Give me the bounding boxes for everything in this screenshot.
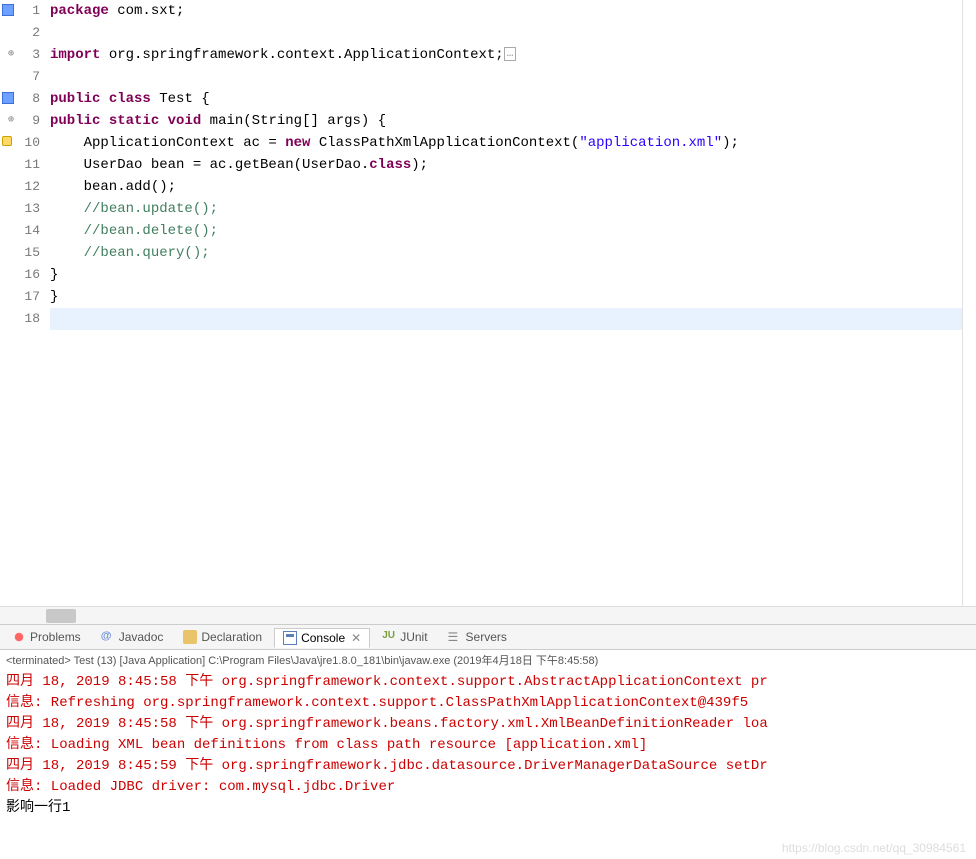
tab-servers[interactable]: ☰ Servers [440, 628, 515, 646]
console-stderr-line: 信息: Loaded JDBC driver: com.mysql.jdbc.D… [6, 777, 970, 798]
code-line[interactable]: //bean.query(); [50, 242, 962, 264]
console-icon [283, 631, 297, 645]
fold-marker-icon[interactable]: ⊕ [0, 110, 14, 132]
breakpoint-marker-icon [2, 92, 14, 104]
line-number: 9⊕ [0, 110, 40, 132]
line-number: 11 [0, 154, 40, 176]
line-number: 2 [0, 22, 40, 44]
tab-label: Servers [466, 630, 507, 644]
line-number: 15 [0, 242, 40, 264]
line-number: 18 [0, 308, 40, 330]
tab-label: Javadoc [119, 630, 164, 644]
code-line[interactable]: bean.add(); [50, 176, 962, 198]
watermark: https://blog.csdn.net/qq_30984561 [782, 841, 966, 855]
code-line[interactable] [50, 66, 962, 88]
console-stderr-line: 四月 18, 2019 8:45:58 下午 org.springframewo… [6, 714, 970, 735]
overview-ruler [962, 0, 976, 606]
console-status: <terminated> Test (13) [Java Application… [0, 650, 976, 670]
line-number: 8 [0, 88, 40, 110]
tab-console[interactable]: Console ✕ [274, 628, 370, 648]
line-number: 17 [0, 286, 40, 308]
code-line[interactable]: package com.sxt; [50, 0, 962, 22]
code-line[interactable] [50, 308, 962, 330]
code-line[interactable] [50, 22, 962, 44]
code-line[interactable]: } [50, 286, 962, 308]
code-line[interactable]: import org.springframework.context.Appli… [50, 44, 962, 66]
tab-label: JUnit [400, 630, 427, 644]
horizontal-scrollbar[interactable] [0, 606, 976, 624]
console-stderr-line: 信息: Loading XML bean definitions from cl… [6, 735, 970, 756]
console-status-text: <terminated> Test (13) [Java Application… [6, 652, 598, 668]
warning-marker-icon [2, 136, 12, 146]
tab-problems[interactable]: Problems [4, 628, 89, 646]
console-stderr-line: 四月 18, 2019 8:45:58 下午 org.springframewo… [6, 672, 970, 693]
code-line[interactable]: //bean.delete(); [50, 220, 962, 242]
scrollbar-thumb[interactable] [46, 609, 76, 623]
junit-icon: JU [382, 630, 396, 644]
tab-declaration[interactable]: Declaration [175, 628, 270, 646]
javadoc-icon: @ [101, 630, 115, 644]
line-number: 1 [0, 0, 40, 22]
line-number: 10 [0, 132, 40, 154]
tab-label: Problems [30, 630, 81, 644]
views-tab-bar: Problems @ Javadoc Declaration Console ✕… [0, 624, 976, 650]
line-number: 14 [0, 220, 40, 242]
breakpoint-marker-icon [2, 4, 14, 16]
line-number: 3⊕ [0, 44, 40, 66]
console-stderr-line: 四月 18, 2019 8:45:59 下午 org.springframewo… [6, 756, 970, 777]
tab-javadoc[interactable]: @ Javadoc [93, 628, 172, 646]
console-stdout-line: 影响一行1 [6, 798, 970, 819]
code-line[interactable]: public class Test { [50, 88, 962, 110]
tab-label: Declaration [201, 630, 262, 644]
console-output[interactable]: 四月 18, 2019 8:45:58 下午 org.springframewo… [0, 670, 976, 859]
code-line[interactable]: } [50, 264, 962, 286]
line-number: 7 [0, 66, 40, 88]
tab-label: Console [301, 631, 345, 645]
declaration-icon [183, 630, 197, 644]
folded-code-icon[interactable]: … [504, 47, 517, 61]
code-line[interactable]: //bean.update(); [50, 198, 962, 220]
code-editor[interactable]: 123⊕789⊕101112131415161718 package com.s… [0, 0, 976, 606]
line-number: 12 [0, 176, 40, 198]
code-line[interactable]: UserDao bean = ac.getBean(UserDao.class)… [50, 154, 962, 176]
servers-icon: ☰ [448, 630, 462, 644]
line-number: 13 [0, 198, 40, 220]
console-stderr-line: 信息: Refreshing org.springframework.conte… [6, 693, 970, 714]
line-gutter: 123⊕789⊕101112131415161718 [0, 0, 46, 606]
code-line[interactable]: public static void main(String[] args) { [50, 110, 962, 132]
fold-marker-icon[interactable]: ⊕ [0, 44, 14, 66]
tab-junit[interactable]: JU JUnit [374, 628, 435, 646]
problems-icon [12, 630, 26, 644]
close-icon[interactable]: ✕ [351, 631, 361, 645]
code-area[interactable]: package com.sxt; import org.springframewo… [46, 0, 962, 606]
code-line[interactable]: ApplicationContext ac = new ClassPathXml… [50, 132, 962, 154]
line-number: 16 [0, 264, 40, 286]
